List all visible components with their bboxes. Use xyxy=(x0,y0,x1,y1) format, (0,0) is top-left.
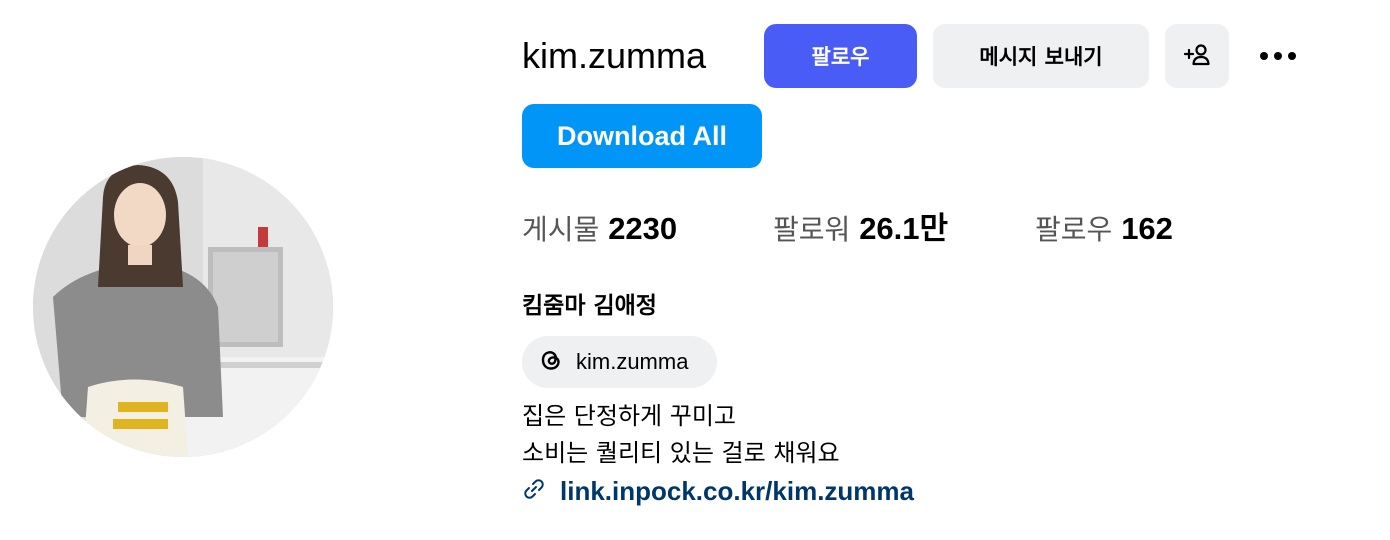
profile-link[interactable]: link.inpock.co.kr/kim.zumma xyxy=(522,473,914,509)
profile-link-text[interactable]: link.inpock.co.kr/kim.zumma xyxy=(560,473,914,509)
following-stat[interactable]: 팔로우 162 xyxy=(1035,209,1173,250)
message-button[interactable]: 메시지 보내기 xyxy=(933,24,1149,88)
avatar-photo xyxy=(33,157,333,457)
posts-label: 게시물 xyxy=(522,213,600,246)
threads-icon xyxy=(536,345,566,379)
more-options-icon xyxy=(1260,52,1268,60)
threads-badge[interactable]: kim.zumma xyxy=(522,336,717,388)
followers-stat[interactable]: 팔로워 26.1만 xyxy=(773,209,948,250)
add-user-button[interactable] xyxy=(1165,24,1229,88)
following-label: 팔로우 xyxy=(1035,213,1113,246)
followers-label: 팔로워 xyxy=(773,213,851,246)
threads-handle: kim.zumma xyxy=(576,349,689,374)
bio-line-1: 집은 단정하게 꾸미고 xyxy=(522,402,736,430)
posts-count: 2230 xyxy=(608,211,678,246)
profile-full-name: 킴줌마 김애정 xyxy=(522,293,657,319)
follow-button[interactable]: 팔로우 xyxy=(764,24,917,88)
more-options-button[interactable] xyxy=(1252,40,1304,72)
following-count: 162 xyxy=(1121,211,1173,246)
profile-avatar[interactable] xyxy=(33,157,333,457)
followers-count: 26.1만 xyxy=(859,211,949,246)
link-icon xyxy=(522,477,546,505)
download-all-button[interactable]: Download All xyxy=(522,104,762,168)
add-user-icon xyxy=(1182,42,1212,70)
profile-username: kim.zumma xyxy=(522,35,707,76)
bio-line-2: 소비는 퀄리티 있는 걸로 채워요 xyxy=(522,439,840,467)
posts-stat: 게시물 2230 xyxy=(522,209,677,250)
